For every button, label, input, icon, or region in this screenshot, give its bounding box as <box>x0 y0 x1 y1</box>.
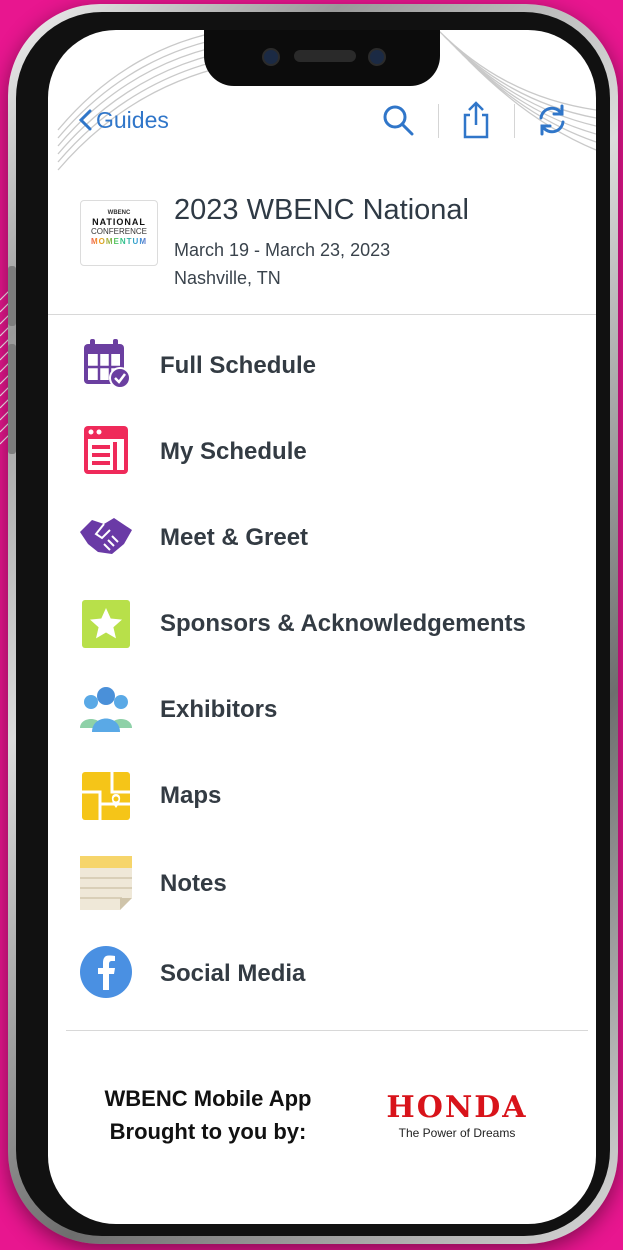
divider <box>48 314 596 315</box>
menu-item-exhibitors[interactable]: Exhibitors <box>48 676 596 748</box>
menu-item-meet-greet[interactable]: Meet & Greet <box>48 504 596 576</box>
sensor-icon <box>368 48 386 66</box>
nav-separator <box>438 104 439 138</box>
search-button[interactable] <box>378 98 418 142</box>
camera-icon <box>262 48 280 66</box>
divider <box>66 1030 588 1031</box>
menu-item-sponsors[interactable]: Sponsors & Acknowledgements <box>48 590 596 662</box>
back-button[interactable]: Guides <box>78 102 169 138</box>
logo-momentum: MOMENTUM <box>81 238 157 246</box>
share-icon <box>463 101 489 139</box>
speaker-grille <box>294 50 356 62</box>
sponsor-line: Brought to you by: <box>109 1119 307 1144</box>
phone-notch <box>204 30 440 86</box>
menu-item-maps[interactable]: Maps <box>48 762 596 834</box>
side-button <box>8 344 16 454</box>
nav-bar: Guides <box>48 98 596 144</box>
honda-logo: HONDA The Power of Dreams <box>362 1090 552 1141</box>
event-header: WBENC NATIONAL CONFERENCE MOMENTUM 2023 … <box>80 194 588 308</box>
menu-item-full-schedule[interactable]: Full Schedule <box>48 332 596 404</box>
menu-item-label: Meet & Greet <box>160 524 309 551</box>
nav-separator <box>514 104 515 138</box>
notepad-icon <box>80 856 132 910</box>
honda-tagline: The Power of Dreams <box>398 1126 516 1140</box>
menu-item-label: Sponsors & Acknowledgements <box>160 610 526 637</box>
phone-frame: Guides WBENC NATIONAL CONFERENCE MOMENTU… <box>8 4 618 1244</box>
menu-item-notes[interactable]: Notes <box>48 852 596 924</box>
schedule-list-icon <box>84 426 128 474</box>
menu-item-label: My Schedule <box>160 438 307 465</box>
app-screen: Guides WBENC NATIONAL CONFERENCE MOMENTU… <box>48 30 596 1224</box>
facebook-icon <box>80 946 132 998</box>
menu-item-label: Full Schedule <box>160 352 317 379</box>
logo-line: WBENC <box>107 210 131 216</box>
search-icon <box>383 105 414 136</box>
event-location: Nashville, TN <box>174 268 281 288</box>
menu-item-label: Maps <box>160 782 222 809</box>
honda-wordmark: HONDA <box>386 1090 528 1125</box>
event-logo: WBENC NATIONAL CONFERENCE MOMENTUM <box>80 200 158 266</box>
menu-item-label: Exhibitors <box>160 696 278 723</box>
event-dates: March 19 - March 23, 2023 <box>174 240 391 260</box>
logo-line: CONFERENCE <box>90 227 147 236</box>
sponsor-line: WBENC Mobile App <box>104 1086 312 1111</box>
sponsor-text: WBENC Mobile App Brought to you by: <box>88 1082 328 1148</box>
star-icon <box>82 600 130 648</box>
menu-item-label: Social Media <box>160 960 306 987</box>
handshake-icon <box>80 518 132 554</box>
map-icon <box>82 772 130 820</box>
sponsor-footer: WBENC Mobile App Brought to you by: HOND… <box>48 1060 596 1220</box>
menu-item-label: Notes <box>160 870 227 897</box>
refresh-icon <box>539 104 565 136</box>
share-button[interactable] <box>456 98 496 142</box>
logo-line: NATIONAL <box>92 217 146 227</box>
menu-item-my-schedule[interactable]: My Schedule <box>48 418 596 490</box>
people-icon <box>80 687 132 732</box>
event-title: 2023 WBENC National <box>174 194 469 226</box>
back-label: Guides <box>96 106 169 133</box>
refresh-button[interactable] <box>532 98 572 142</box>
menu-item-social-media[interactable]: Social Media <box>48 942 596 1014</box>
calendar-check-icon <box>84 339 131 389</box>
chevron-left-icon <box>78 109 92 131</box>
volume-button <box>8 266 16 326</box>
